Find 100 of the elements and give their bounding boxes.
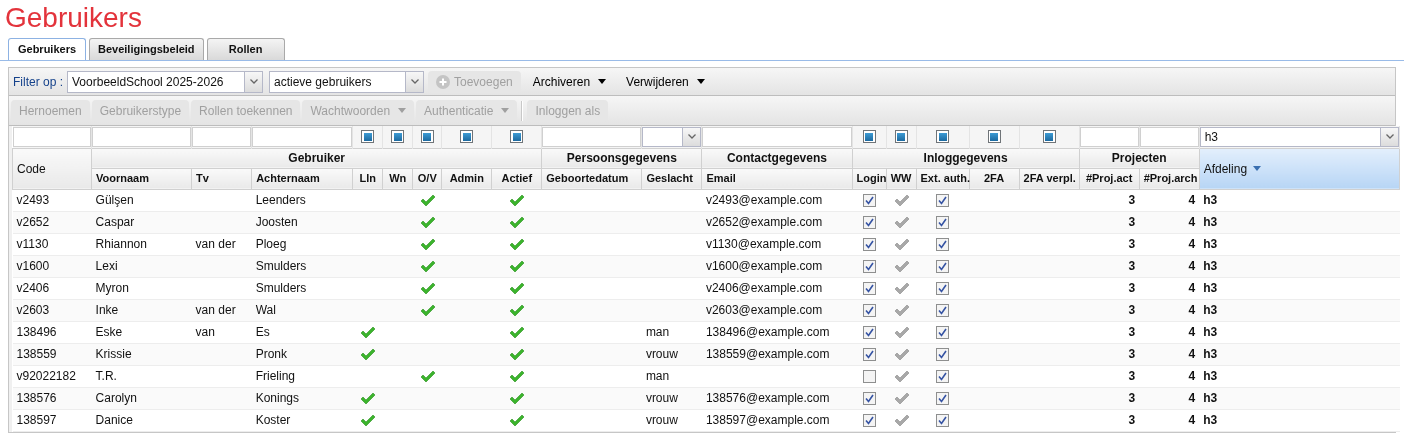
- table-cell: v1130@example.com: [701, 233, 852, 255]
- checkbox[interactable]: [936, 281, 950, 295]
- tab[interactable]: Gebruikers: [8, 38, 86, 60]
- menu-button[interactable]: Archiveren: [524, 70, 615, 93]
- table-cell: 3: [1079, 255, 1140, 277]
- chevron-down-icon: [410, 79, 419, 84]
- table-cell: v2406@example.com: [701, 277, 852, 299]
- checkbox[interactable]: [936, 413, 950, 427]
- table-cell: v1600@example.com: [701, 255, 852, 277]
- table-cell: 3: [1079, 299, 1140, 321]
- filter-checkbox[interactable]: [936, 130, 950, 144]
- filter-field[interactable]: [192, 126, 252, 147]
- filter-field[interactable]: [1079, 126, 1139, 147]
- checkbox[interactable]: [862, 193, 876, 207]
- checkbox[interactable]: [936, 303, 950, 317]
- checkbox[interactable]: [936, 391, 950, 405]
- checkbox[interactable]: [862, 369, 876, 383]
- table-cell: 4: [1139, 211, 1200, 233]
- filter-checkbox[interactable]: [391, 130, 405, 144]
- status-select[interactable]: actieve gebruikers: [269, 70, 424, 93]
- filter-checkbox[interactable]: [1042, 130, 1056, 144]
- filter-field[interactable]: [1139, 126, 1199, 147]
- table-cell: 3: [1079, 387, 1140, 409]
- filter-checkbox[interactable]: [894, 130, 908, 144]
- table-cell: 138496: [12, 321, 92, 343]
- table-cell: Gülşen: [91, 189, 192, 211]
- table-cell: v92022182: [12, 365, 92, 387]
- column-group-header: Gebruiker: [91, 148, 542, 168]
- table-cell: 3: [1079, 409, 1140, 431]
- table-cell: v2603: [12, 299, 92, 321]
- table-cell: 4: [1139, 343, 1200, 365]
- filter-checkbox[interactable]: [361, 130, 375, 144]
- table-cell: 4: [1139, 365, 1200, 387]
- filter-field[interactable]: [252, 126, 353, 147]
- table-cell: v2652@example.com: [701, 211, 852, 233]
- checkbox[interactable]: [862, 391, 876, 405]
- checkbox[interactable]: [862, 281, 876, 295]
- checkbox[interactable]: [862, 259, 876, 273]
- column-group-header: Contactgegevens: [701, 148, 852, 168]
- table-cell: Konings: [251, 387, 353, 409]
- table-cell: Eske: [91, 321, 192, 343]
- filter-checkbox[interactable]: [420, 130, 434, 144]
- filter-field[interactable]: [542, 126, 642, 147]
- column-header[interactable]: Afdeling: [1199, 148, 1400, 189]
- table-cell: Lexi: [91, 255, 192, 277]
- table-cell: Pronk: [251, 343, 353, 365]
- table-cell: man: [641, 365, 702, 387]
- table-cell: 4: [1139, 409, 1200, 431]
- checkbox[interactable]: [936, 259, 950, 273]
- checkbox[interactable]: [862, 237, 876, 251]
- filter-checkbox[interactable]: [987, 130, 1001, 144]
- select-value: h3: [1203, 128, 1220, 146]
- tab[interactable]: Beveiligingsbeleid: [89, 38, 204, 60]
- table-cell: van der: [191, 233, 252, 255]
- filter-field[interactable]: [92, 126, 192, 147]
- column-group-header: Inloggegevens: [852, 148, 1080, 168]
- table-cell: Inke: [91, 299, 192, 321]
- filter-label: Filter op :: [13, 73, 63, 91]
- table-cell: Smulders: [251, 277, 353, 299]
- school-select[interactable]: VoorbeeldSchool 2025-2026: [67, 70, 263, 93]
- table-cell: Koster: [251, 409, 353, 431]
- checkbox[interactable]: [862, 303, 876, 317]
- checkbox[interactable]: [862, 413, 876, 427]
- table-cell: 3: [1079, 365, 1140, 387]
- checkbox[interactable]: [936, 325, 950, 339]
- filter-checkbox[interactable]: [510, 130, 524, 144]
- menu-button[interactable]: Verwijderen: [618, 70, 713, 93]
- table-cell: vrouw: [641, 387, 702, 409]
- caret-icon: [398, 108, 407, 113]
- table-cell: h3: [1199, 387, 1400, 409]
- table-cell: van: [191, 321, 252, 343]
- table-cell: h3: [1199, 255, 1400, 277]
- sort-descending-icon: [1253, 166, 1262, 171]
- checkbox[interactable]: [936, 347, 950, 361]
- table-cell: 138597@example.com: [701, 409, 852, 431]
- column-header[interactable]: Code: [12, 148, 92, 189]
- checkbox[interactable]: [936, 237, 950, 251]
- filter-checkbox[interactable]: [460, 130, 474, 144]
- table-cell: Ploeg: [251, 233, 353, 255]
- tab[interactable]: Rollen: [206, 38, 285, 60]
- chevron-down-icon: [687, 134, 696, 140]
- filter-field[interactable]: [12, 126, 92, 147]
- table-cell: Joosten: [251, 211, 353, 233]
- table-cell: 3: [1079, 277, 1140, 299]
- filter-field[interactable]: [702, 126, 852, 147]
- checkbox[interactable]: [936, 215, 950, 229]
- checkbox[interactable]: [862, 347, 876, 361]
- filter-select[interactable]: h3: [1199, 126, 1399, 147]
- table-cell: 138597: [12, 409, 92, 431]
- checkbox[interactable]: [936, 193, 950, 207]
- column-group-header: Projecten: [1079, 148, 1200, 168]
- table-cell: Frieling: [251, 365, 353, 387]
- table-cell: Smulders: [251, 255, 353, 277]
- table-cell: h3: [1199, 211, 1400, 233]
- filter-checkbox[interactable]: [862, 130, 876, 144]
- table-cell: h3: [1199, 189, 1400, 211]
- checkbox[interactable]: [862, 325, 876, 339]
- checkbox[interactable]: [862, 215, 876, 229]
- checkbox[interactable]: [936, 369, 950, 383]
- table-cell: 138559@example.com: [701, 343, 852, 365]
